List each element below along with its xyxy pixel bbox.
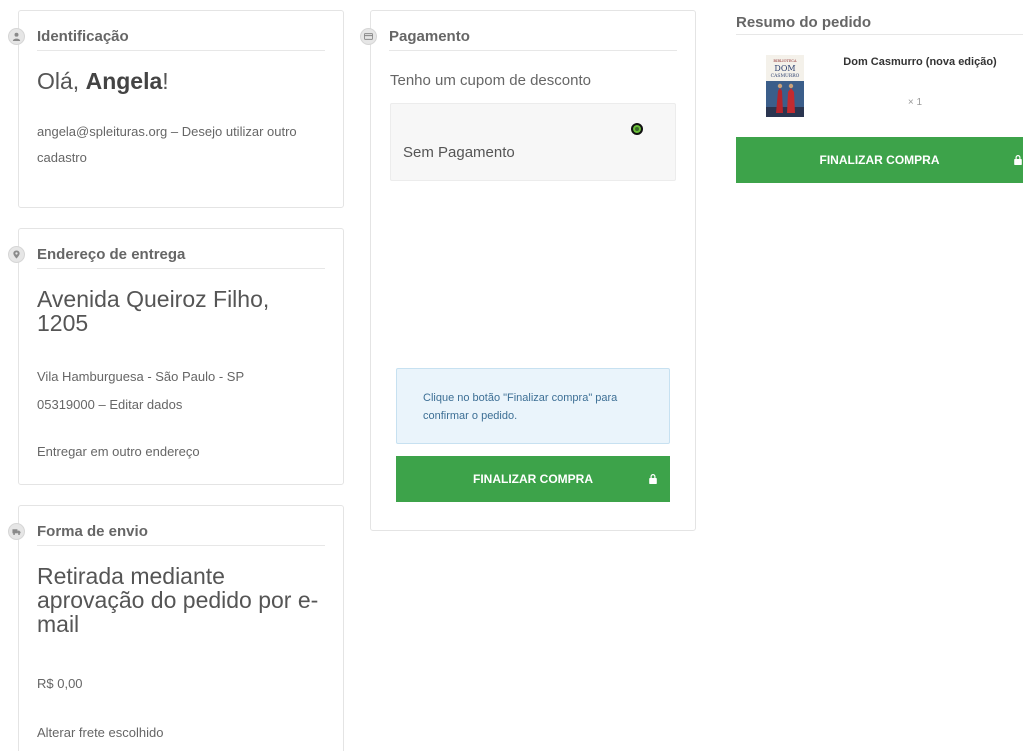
customer-email: angela@spleituras.org — [37, 124, 168, 139]
product-name: Dom Casmurro (nova edição) — [843, 56, 997, 68]
customer-name: Angela — [85, 68, 163, 94]
user-icon — [8, 28, 25, 45]
map-pin-icon — [8, 246, 25, 263]
change-shipping-link[interactable]: Alterar frete escolhido — [37, 718, 325, 748]
svg-text:DOM: DOM — [774, 64, 795, 73]
shipping-method: Retirada mediante aprovação do pedido po… — [37, 563, 319, 637]
book-cover-image[interactable]: BIBLIOTECA DOM CASMURRO — [766, 55, 804, 117]
address-header: Endereço de entrega — [37, 245, 325, 269]
other-address-link[interactable]: Entregar em outro endereço — [37, 437, 325, 467]
lock-icon — [1013, 154, 1023, 166]
summary-finalize-purchase-label: FINALIZAR COMPRA — [819, 153, 940, 167]
finalize-purchase-button[interactable]: FINALIZAR COMPRA — [396, 456, 670, 502]
coupon-link[interactable]: Tenho um cupom de desconto — [390, 66, 677, 96]
address-zip-line: 05319000 – Editar dados — [37, 397, 183, 412]
payment-option[interactable]: Sem Pagamento — [390, 103, 676, 181]
address-street: Avenida Queiroz Filho, 1205 — [37, 286, 270, 336]
shipping-header: Forma de envio — [37, 522, 325, 546]
identification-details: angela@spleituras.org – Desejo utilizar … — [37, 124, 297, 165]
identification-title: Identificação — [37, 28, 129, 45]
greeting: Olá, Angela! — [37, 68, 169, 94]
product-quantity: × 1 — [907, 97, 923, 108]
truck-icon — [8, 523, 25, 540]
payment-option-radio[interactable] — [631, 123, 643, 135]
credit-card-icon — [360, 28, 377, 45]
address-zip: 05319000 — [37, 397, 95, 412]
address-card: Endereço de entrega Avenida Queiroz Filh… — [8, 228, 344, 485]
lock-icon — [648, 473, 658, 485]
svg-text:CASMURRO: CASMURRO — [771, 73, 800, 79]
payment-card: Pagamento Tenho um cupom de desconto Sem… — [360, 10, 696, 531]
shipping-price: R$ 0,00 — [37, 676, 83, 691]
finalize-purchase-label: FINALIZAR COMPRA — [473, 472, 593, 486]
shipping-card: Forma de envio Retirada mediante aprovaç… — [8, 505, 344, 751]
identification-card: Identificação Olá, Angela! angela@spleit… — [8, 10, 344, 208]
address-district-city: Vila Hamburguesa - São Paulo - SP — [37, 369, 245, 384]
summary-divider — [736, 34, 1023, 35]
svg-text:BIBLIOTECA: BIBLIOTECA — [773, 59, 797, 63]
payment-title: Pagamento — [389, 28, 470, 45]
edit-address-link[interactable]: Editar dados — [109, 397, 182, 412]
payment-option-label: Sem Pagamento — [403, 144, 515, 161]
shipping-title: Forma de envio — [37, 523, 148, 540]
payment-header: Pagamento — [389, 27, 677, 51]
address-title: Endereço de entrega — [37, 246, 186, 263]
summary-finalize-purchase-button[interactable]: FINALIZAR COMPRA — [736, 137, 1023, 183]
summary-title: Resumo do pedido — [736, 14, 871, 31]
identification-header: Identificação — [37, 27, 325, 51]
confirm-info-box: Clique no botão "Finalizar compra" para … — [396, 368, 670, 444]
